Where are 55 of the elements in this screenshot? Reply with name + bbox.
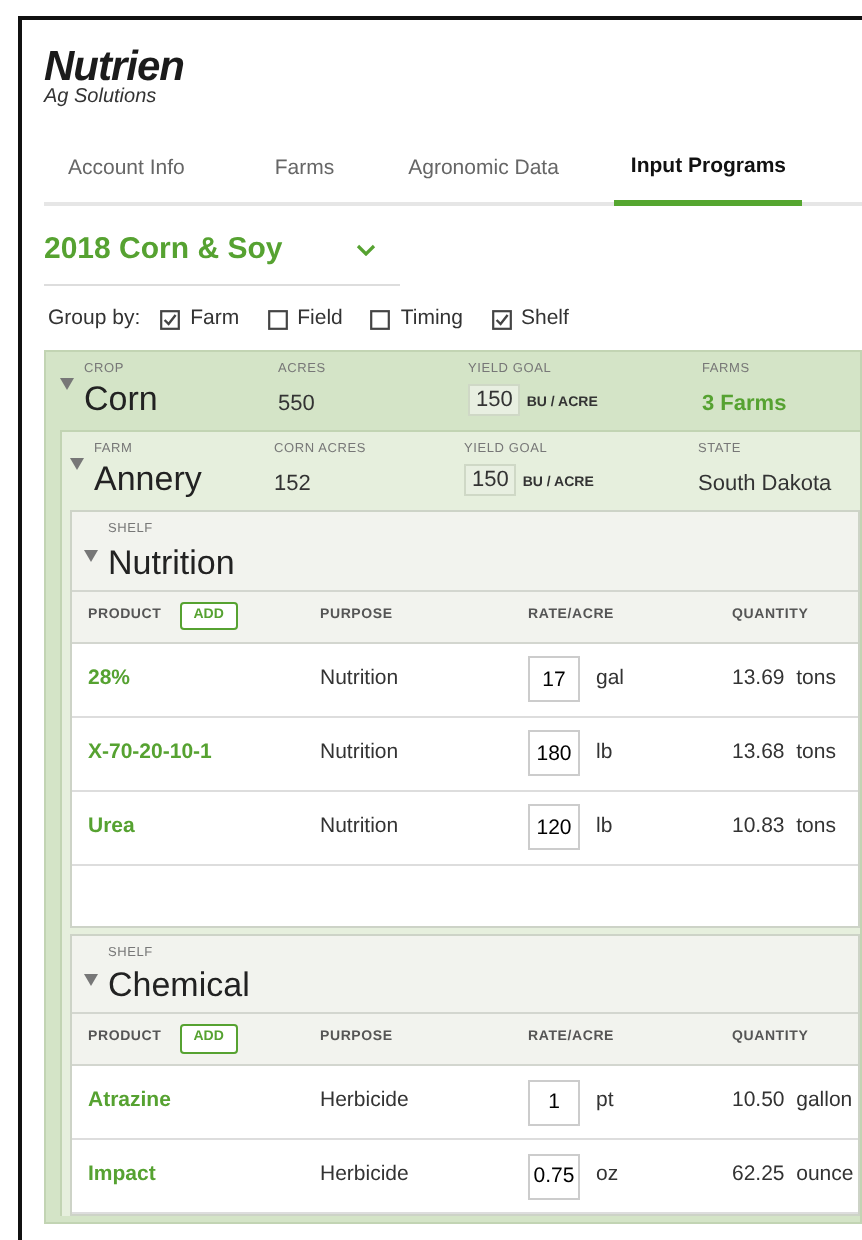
unit-label: oz (596, 1160, 619, 1191)
nav-tab[interactable]: Farms (274, 152, 335, 202)
unit-label: lb (596, 737, 613, 768)
table-cell-text: 13.68 tons (732, 737, 838, 768)
checkbox-label: Shelf (521, 304, 569, 335)
collapse-arrow-icon[interactable] (84, 973, 98, 985)
product-link[interactable]: Impact (88, 1160, 320, 1192)
checkbox[interactable] (491, 310, 511, 331)
yield-goal-input[interactable]: 150 (468, 383, 521, 415)
checkbox-label: Farm (190, 304, 240, 335)
product-link[interactable]: Urea (88, 811, 320, 843)
collapse-arrow-icon[interactable] (84, 550, 98, 562)
yield-goal-input[interactable]: 150 (464, 463, 517, 495)
rate-input[interactable]: 1 (528, 1079, 580, 1125)
checkbox[interactable] (370, 310, 391, 331)
table-cell-text: 13.69 tons (732, 663, 838, 694)
chevron-down-icon[interactable] (356, 244, 376, 256)
logo-tagline: Ag Solutions (44, 88, 159, 108)
checkbox[interactable] (267, 310, 288, 331)
table-cell-text: Herbicide (320, 1086, 411, 1117)
table-cell-text: Nutrition (320, 737, 401, 768)
group-title: Annery (94, 461, 204, 495)
group-title: Nutrition (108, 545, 235, 579)
unit-label: lb (596, 811, 613, 842)
nav-tab[interactable]: Agronomic Data (408, 152, 559, 202)
rate-input[interactable]: 0.75 (528, 1153, 580, 1199)
group-by-label: Group by: (48, 304, 141, 335)
checkbox[interactable] (160, 310, 181, 331)
product-link[interactable]: X-70-20-10-1 (88, 737, 320, 769)
rate-input[interactable]: 17 (528, 656, 580, 702)
rate-input[interactable]: 180 (528, 730, 580, 776)
nav-tab[interactable]: Account Info (68, 152, 185, 202)
rate-input[interactable]: 120 (528, 804, 580, 850)
table-cell-text: Nutrition (320, 811, 401, 842)
product-link[interactable]: 28% (88, 663, 320, 695)
field-value: 550 (278, 389, 317, 419)
table-cell-text: Herbicide (320, 1160, 411, 1191)
product-link[interactable]: Atrazine (88, 1086, 320, 1118)
table-cell-text: 10.50 gallon (732, 1086, 855, 1117)
logo: Nutrien (44, 46, 186, 88)
program-select[interactable]: 2018 Corn & Soy (44, 227, 283, 273)
collapse-arrow-icon[interactable] (60, 378, 74, 390)
checkbox-label: Field (297, 304, 343, 335)
table-cell-text: Nutrition (320, 663, 401, 694)
checkbox-label: Timing (400, 304, 463, 335)
field-value: 152 (274, 469, 313, 499)
unit-label: pt (596, 1086, 614, 1117)
nav-tab[interactable]: Input Programs (614, 152, 803, 206)
table-cell-text: 62.25 ounce (732, 1160, 856, 1191)
table-cell-text: 10.83 tons (732, 811, 838, 842)
group-title: Corn (84, 381, 160, 415)
group-title: Chemical (108, 968, 250, 1002)
unit-label: gal (596, 663, 625, 694)
field-value: South Dakota (698, 469, 834, 499)
collapse-arrow-icon[interactable] (70, 458, 84, 470)
